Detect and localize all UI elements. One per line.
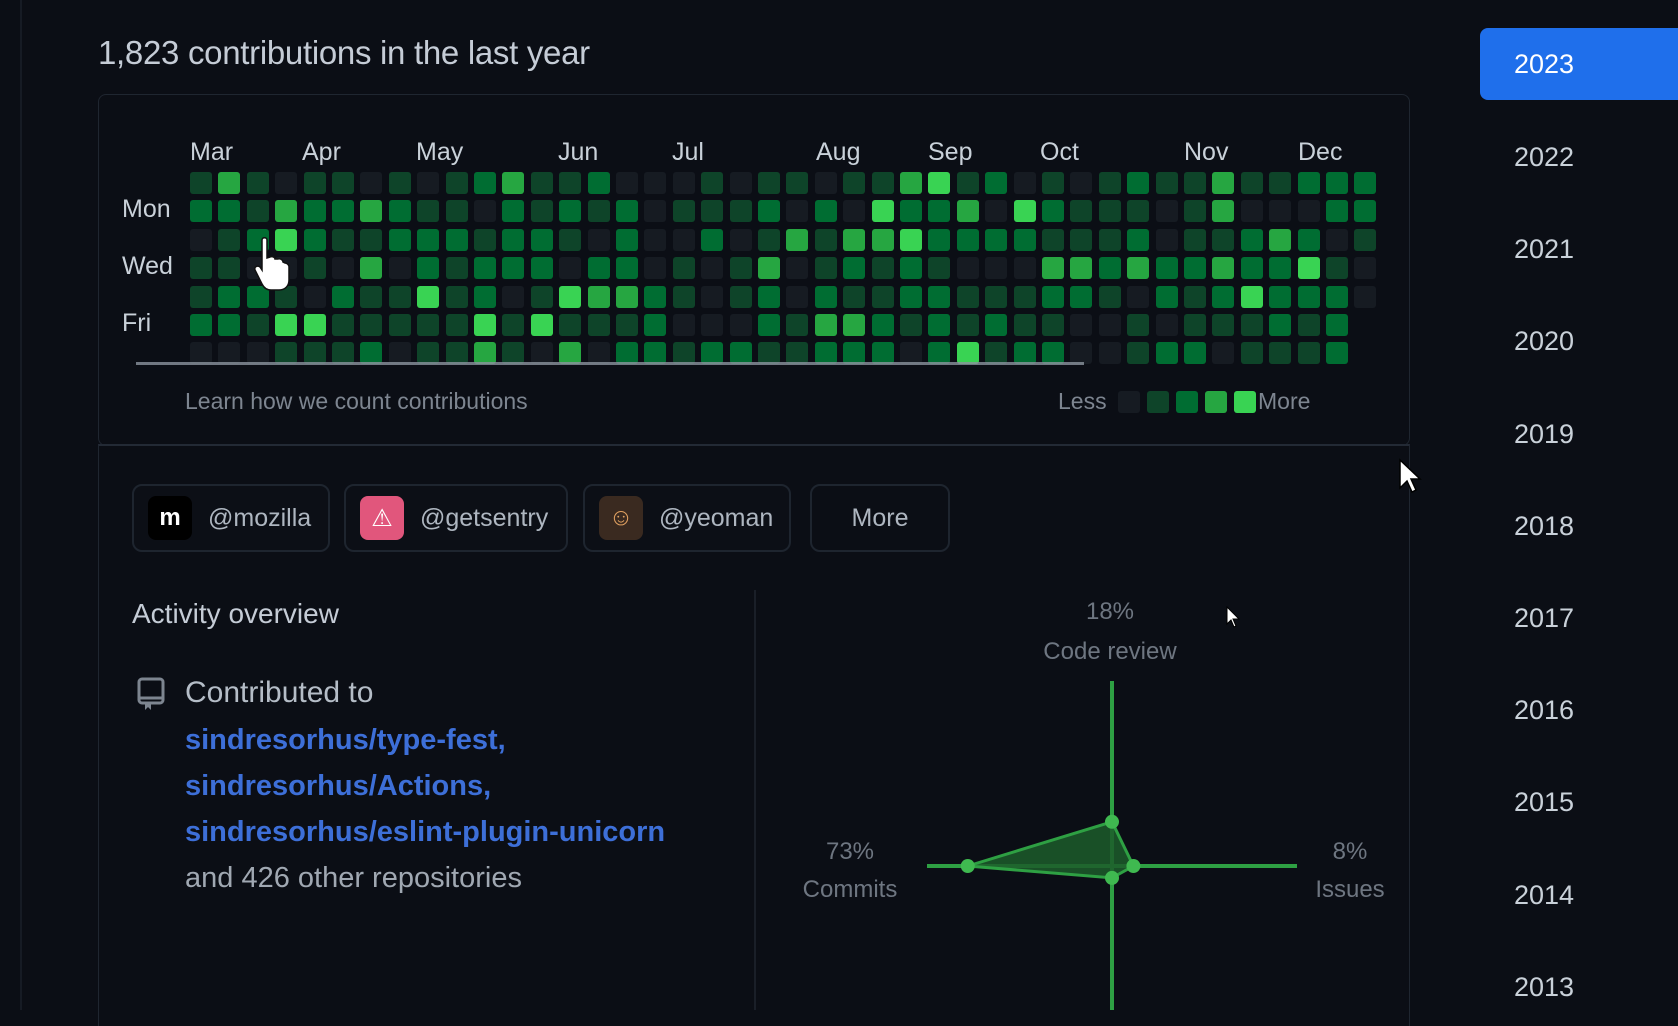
year-button-2020[interactable]: 2020 [1514,326,1574,357]
arrow-cursor-icon [1399,458,1422,494]
year-button-2021[interactable]: 2021 [1514,234,1574,265]
year-button-2017[interactable]: 2017 [1514,603,1574,634]
small-arrow-cursor-icon [1226,606,1240,628]
activity-radar-chart [927,681,1297,1010]
radar-point [960,859,975,873]
year-button-2018[interactable]: 2018 [1514,511,1574,542]
year-button-2022[interactable]: 2022 [1514,142,1574,173]
hand-cursor-icon [254,237,290,291]
year-button-2015[interactable]: 2015 [1514,787,1574,818]
year-button-2019[interactable]: 2019 [1514,419,1574,450]
year-button-2014[interactable]: 2014 [1514,880,1574,911]
radar-area [967,819,1136,880]
radar-point [1126,859,1141,873]
year-button-2013[interactable]: 2013 [1514,972,1574,1003]
year-label: 2023 [1514,49,1575,79]
year-button-2023[interactable]: 2023 [1480,28,1678,100]
radar-point [1105,870,1119,885]
radar-point [1105,814,1119,829]
year-button-2016[interactable]: 2016 [1514,695,1574,726]
